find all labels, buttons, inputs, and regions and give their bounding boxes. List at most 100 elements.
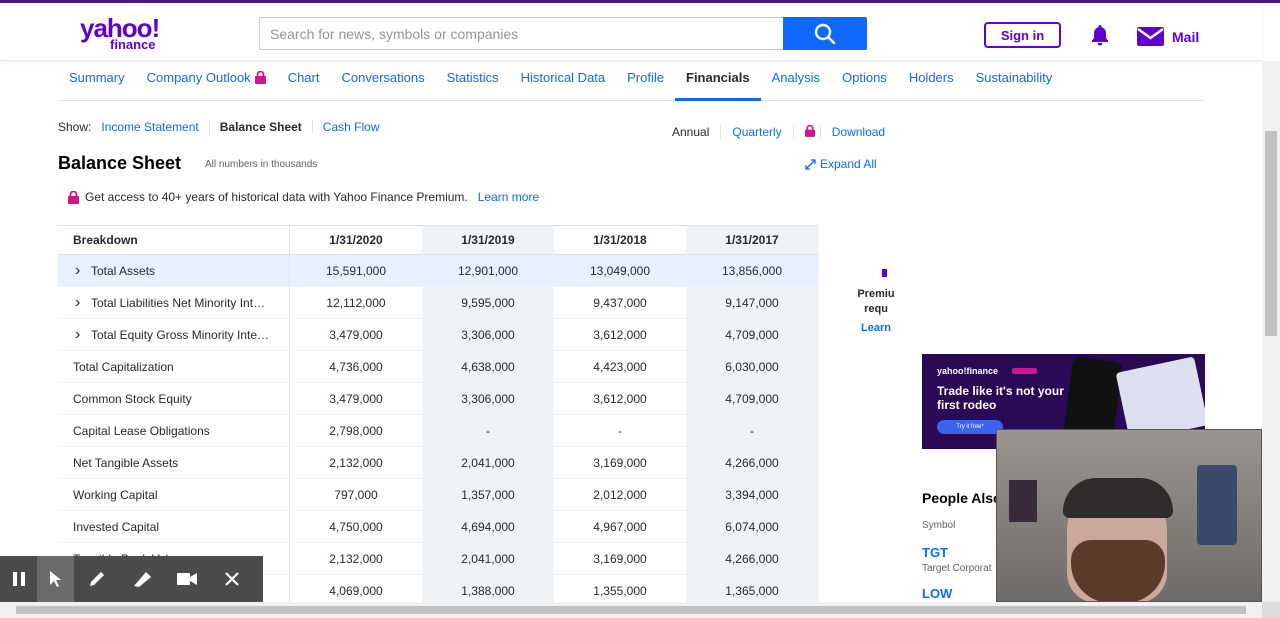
- sign-in-button[interactable]: Sign in: [984, 22, 1061, 48]
- income-statement-link[interactable]: Income Statement: [101, 120, 208, 134]
- tab-sustainability[interactable]: Sustainability: [965, 61, 1064, 101]
- row-label[interactable]: › Total Equity Gross Minority Inte…: [58, 319, 290, 350]
- row-label: Capital Lease Obligations: [58, 415, 290, 446]
- value-cell: 6,074,000: [686, 511, 818, 542]
- vertical-scroll-thumb[interactable]: [1265, 131, 1277, 336]
- value-cell: 2,041,000: [422, 447, 554, 478]
- vertical-scrollbar[interactable]: [1262, 61, 1280, 602]
- horizontal-scrollbar[interactable]: [0, 602, 1262, 618]
- search-input[interactable]: [259, 17, 784, 50]
- value-cell: 4,638,000: [422, 351, 554, 382]
- value-cell: 3,479,000: [329, 391, 383, 406]
- chevron-right-icon[interactable]: ›: [75, 262, 91, 280]
- logo-line2: finance: [110, 37, 156, 52]
- value-cell: 6,030,000: [686, 351, 818, 382]
- expand-icon: [805, 158, 816, 170]
- cash-flow-link[interactable]: Cash Flow: [311, 120, 390, 134]
- column-header: 1/31/2019: [422, 226, 554, 254]
- premium-line2: requ: [864, 303, 888, 315]
- tab-analysis[interactable]: Analysis: [761, 61, 831, 101]
- chevron-right-icon[interactable]: ›: [75, 294, 91, 312]
- tab-profile[interactable]: Profile: [616, 61, 675, 101]
- search-icon: [814, 23, 836, 44]
- value-cell: 2,798,000: [329, 423, 383, 438]
- row-label[interactable]: › Total Assets: [58, 255, 290, 286]
- tab-options[interactable]: Options: [831, 61, 898, 101]
- bell-icon[interactable]: [1088, 23, 1112, 52]
- table-row: Invested Capital 4,750,000 4,694,000 4,967,…: [58, 511, 818, 543]
- tab-holders[interactable]: Holders: [898, 61, 965, 101]
- download-label: Download: [819, 125, 897, 139]
- table-row: Capital Lease Obligations 2,798,000 - - -: [58, 415, 818, 447]
- chevron-right-icon[interactable]: ›: [75, 326, 91, 344]
- webcam-poster: [1009, 480, 1037, 522]
- webcam-can: [1197, 465, 1237, 545]
- row-label[interactable]: › Total Liabilities Net Minority Int…: [58, 287, 290, 318]
- yahoo-finance-logo[interactable]: yahoo! finance: [80, 15, 160, 52]
- quarterly-option[interactable]: Quarterly: [720, 125, 792, 139]
- value-cell: 2,012,000: [593, 487, 647, 502]
- value-cell: -: [422, 415, 554, 446]
- tab-summary[interactable]: Summary: [58, 61, 136, 101]
- value-cell: 4,694,000: [422, 511, 554, 542]
- tab-chart[interactable]: Chart: [277, 61, 331, 101]
- screen-recorder-toolbar: [0, 556, 263, 602]
- table-row: Common Stock Equity 3,479,000 3,306,000 3,6…: [58, 383, 818, 415]
- camera-icon[interactable]: [164, 556, 209, 602]
- balance-sheet-link[interactable]: Balance Sheet: [208, 120, 312, 134]
- row-label-text: Net Tangible Assets: [73, 455, 179, 470]
- table-row[interactable]: › Total Equity Gross Minority Inte… 3,479,…: [58, 319, 818, 351]
- tab-company-outlook[interactable]: Company Outlook: [136, 61, 277, 101]
- ad-cta-button[interactable]: Try it free*: [937, 420, 1003, 434]
- value-cell: 12,901,000: [422, 255, 554, 286]
- symbol-link[interactable]: TGT: [922, 545, 948, 560]
- table-row[interactable]: › Total Liabilities Net Minority Int… 12,1…: [58, 287, 818, 319]
- table-row: Total Capitalization 4,736,000 4,638,000 4,…: [58, 351, 818, 383]
- column-header: 1/31/2018: [593, 233, 647, 247]
- webcam-cap: [1063, 478, 1173, 518]
- value-cell: 3,306,000: [422, 319, 554, 350]
- row-label: Invested Capital: [58, 511, 290, 542]
- value-cell: 2,132,000: [329, 551, 383, 566]
- table-row: Working Capital 797,000 1,357,000 2,012,000…: [58, 479, 818, 511]
- tab-conversations[interactable]: Conversations: [330, 61, 435, 101]
- symbol-column-header: Symbol: [922, 520, 956, 531]
- value-cell: 13,049,000: [589, 263, 651, 278]
- symbol-link[interactable]: LOW: [922, 586, 952, 601]
- value-cell: -: [618, 423, 622, 438]
- value-cell: 3,394,000: [686, 479, 818, 510]
- tab-financials[interactable]: Financials: [675, 61, 761, 101]
- value-cell: 4,423,000: [593, 359, 647, 374]
- learn-more-link[interactable]: Learn more: [478, 190, 539, 204]
- premium-learn-link[interactable]: Learn: [841, 321, 911, 336]
- value-cell: 3,306,000: [422, 383, 554, 414]
- symbol-name: Target Corporat: [922, 563, 992, 574]
- expand-all-button[interactable]: Expand All: [805, 157, 877, 171]
- pen-icon[interactable]: [74, 556, 119, 602]
- horizontal-scroll-thumb[interactable]: [16, 606, 1246, 614]
- cursor-icon[interactable]: [37, 556, 74, 602]
- row-label-text: Common Stock Equity: [73, 391, 192, 406]
- pause-icon[interactable]: [0, 556, 37, 602]
- highlighter-icon[interactable]: [119, 556, 164, 602]
- show-label: Show:: [58, 120, 92, 134]
- premium-upsell-text: Premiu requ Learn: [841, 287, 911, 336]
- download-link[interactable]: Download: [792, 124, 907, 139]
- ad-title: Trade like it's not your first rodeo: [937, 384, 1064, 412]
- mail-link[interactable]: Mail: [1137, 27, 1199, 46]
- ad-premium-badge: [1012, 368, 1037, 374]
- annual-option[interactable]: Annual: [672, 125, 720, 139]
- tab-statistics[interactable]: Statistics: [436, 61, 510, 101]
- webcam-overlay: [996, 429, 1262, 602]
- value-cell: 2,041,000: [422, 543, 554, 574]
- table-row[interactable]: › Total Assets 15,591,000 12,901,000 13,049,…: [58, 255, 818, 287]
- breakdown-header: Breakdown: [58, 226, 290, 254]
- row-label-text: Total Assets: [91, 263, 156, 278]
- statement-selector: Show: Income Statement Balance Sheet Cas…: [58, 120, 389, 134]
- tab-historical-data[interactable]: Historical Data: [510, 61, 617, 101]
- value-cell: 15,591,000: [325, 263, 387, 278]
- search-button[interactable]: [783, 17, 867, 50]
- lock-icon: [804, 124, 815, 137]
- close-icon[interactable]: [209, 556, 254, 602]
- mail-label: Mail: [1172, 28, 1200, 45]
